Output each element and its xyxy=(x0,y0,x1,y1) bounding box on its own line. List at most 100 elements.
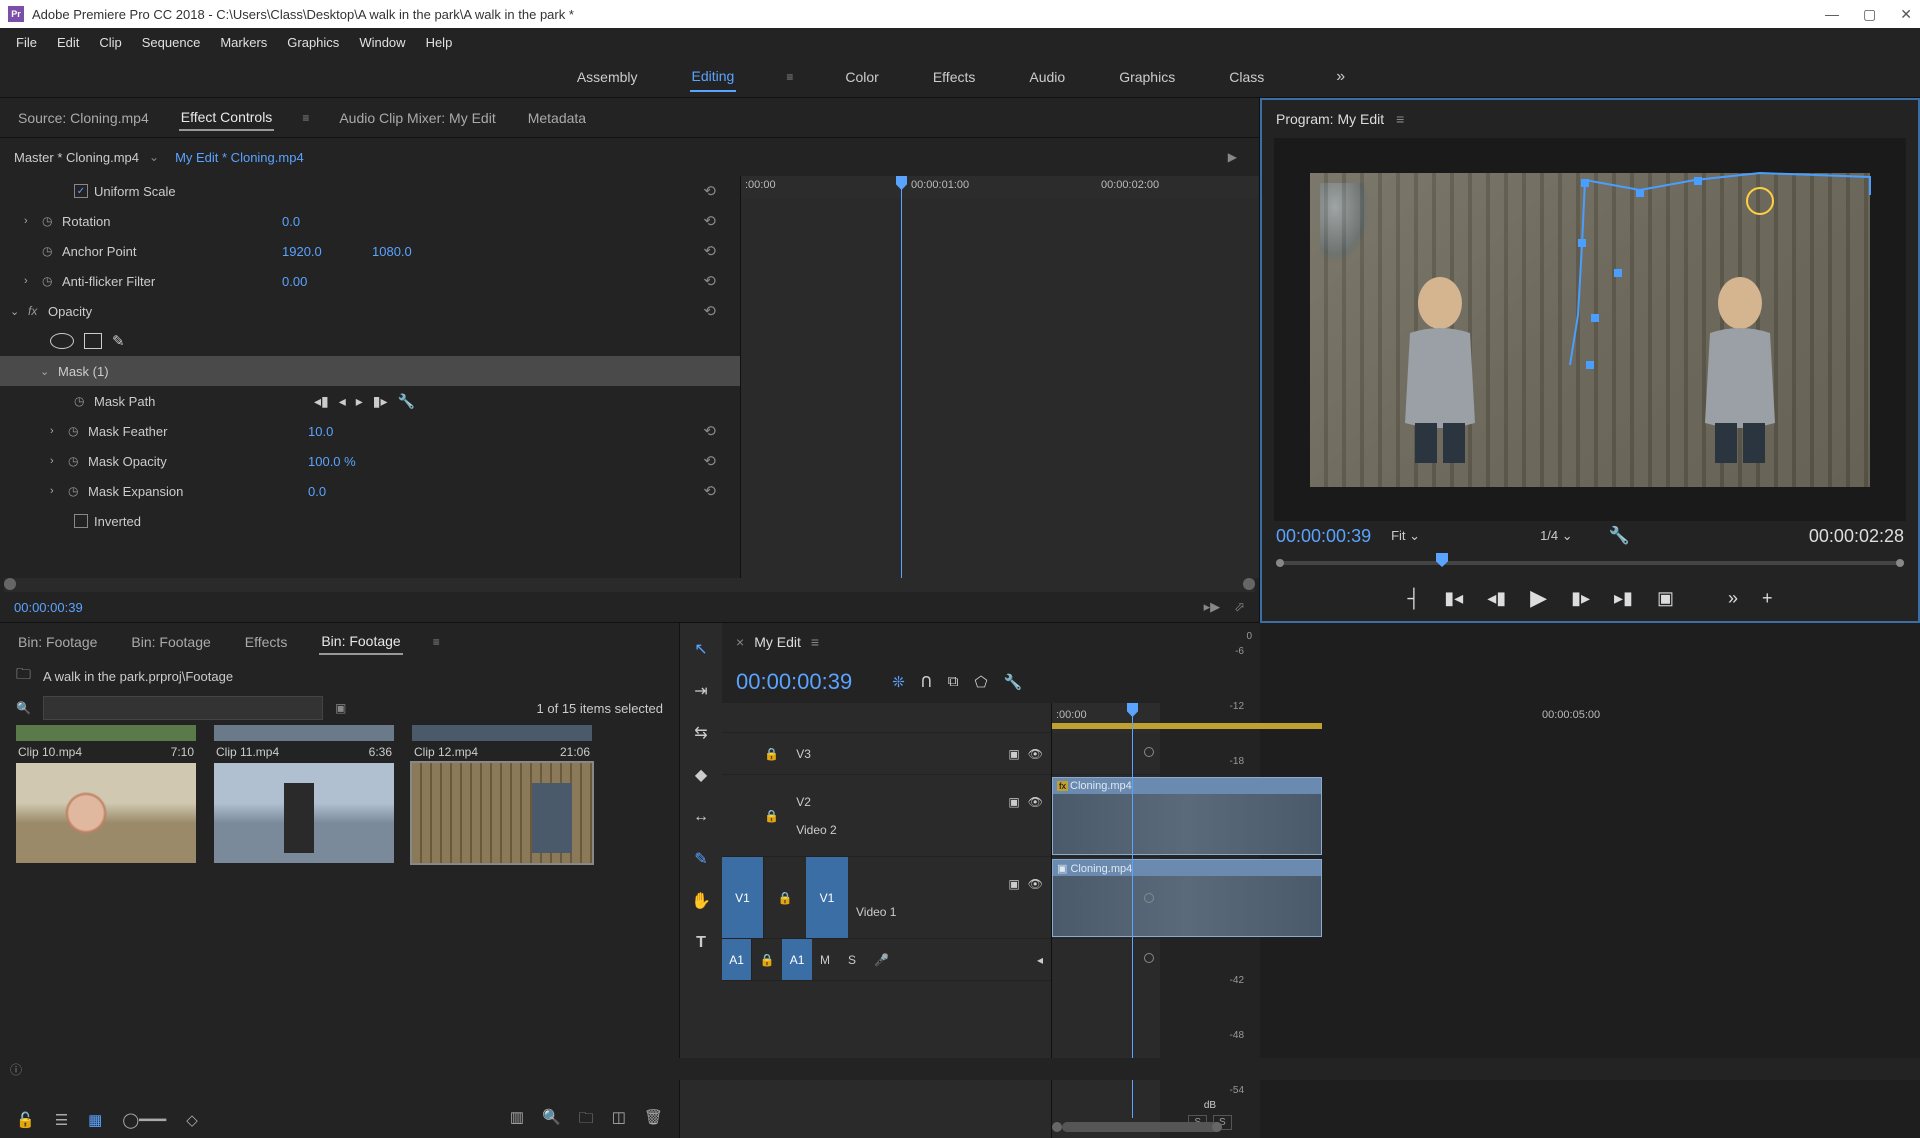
lock-icon[interactable]: 🔒 xyxy=(778,891,793,905)
razor-tool-icon[interactable]: ◆ xyxy=(687,761,715,789)
stopwatch-icon[interactable]: ◷ xyxy=(68,454,88,468)
sequence-clip-label[interactable]: My Edit * Cloning.mp4 xyxy=(175,150,304,165)
eye-icon[interactable]: 👁 xyxy=(1028,747,1043,761)
bin-item[interactable]: Clip 12.mp421:06 xyxy=(412,725,592,863)
workspace-overflow[interactable]: » xyxy=(1336,68,1345,86)
stopwatch-icon[interactable]: ◷ xyxy=(74,394,94,408)
slip-tool-icon[interactable]: ↔ xyxy=(687,803,715,831)
type-tool-icon[interactable]: T xyxy=(687,929,715,957)
track-forward-icon[interactable]: ▸ xyxy=(356,393,363,410)
track-label[interactable]: V3 xyxy=(796,747,811,761)
twirl-icon[interactable]: ⌄ xyxy=(40,365,58,378)
ellipse-mask-icon[interactable] xyxy=(50,333,74,349)
timeline-timecode[interactable]: 00:00:00:39 xyxy=(736,669,852,695)
list-view-icon[interactable]: ☰ xyxy=(55,1111,68,1129)
wrench-icon[interactable]: 🔧 xyxy=(398,393,415,410)
sync-lock-icon[interactable]: ▣ xyxy=(1008,747,1019,761)
stopwatch-icon[interactable]: ◷ xyxy=(42,214,62,228)
twirl-icon[interactable]: › xyxy=(50,425,68,437)
collapse-icon[interactable]: ◂ xyxy=(1037,953,1043,967)
uniform-scale-checkbox[interactable]: ✓ xyxy=(74,184,88,198)
workspace-class[interactable]: Class xyxy=(1227,63,1266,91)
workspace-effects[interactable]: Effects xyxy=(931,63,978,91)
tab-source[interactable]: Source: Cloning.mp4 xyxy=(16,106,151,130)
track-select-tool-icon[interactable]: ⇥ xyxy=(687,677,715,705)
magnet-icon[interactable]: ᑎ xyxy=(921,673,932,691)
solo-toggle[interactable]: S xyxy=(848,953,856,967)
workspace-assembly[interactable]: Assembly xyxy=(575,63,640,91)
pen-tool-icon[interactable]: ✎ xyxy=(687,845,715,873)
menu-help[interactable]: Help xyxy=(418,33,461,52)
marker-icon[interactable]: ⬠ xyxy=(975,673,988,691)
new-bin-icon[interactable]: ▣ xyxy=(335,701,346,715)
tab-bin-footage-3[interactable]: Bin: Footage xyxy=(319,629,402,655)
new-bin-icon[interactable]: 🗀 xyxy=(579,1108,594,1133)
sequence-name[interactable]: My Edit xyxy=(754,634,801,650)
rotation-value[interactable]: 0.0 xyxy=(282,214,372,229)
trash-icon[interactable]: 🗑 xyxy=(644,1108,663,1133)
effect-timeline[interactable]: :00:00 00:00:01:00 00:00:02:00 xyxy=(740,176,1259,578)
anchor-x-value[interactable]: 1920.0 xyxy=(282,244,372,259)
effect-controls-timecode[interactable]: 00:00:00:39 xyxy=(14,600,83,615)
menu-graphics[interactable]: Graphics xyxy=(279,33,347,52)
menu-sequence[interactable]: Sequence xyxy=(134,33,209,52)
zoom-slider[interactable]: ◯━━━ xyxy=(122,1111,166,1129)
reset-icon[interactable]: ⟲ xyxy=(703,482,716,500)
play-icon[interactable]: ▶ xyxy=(1530,585,1547,611)
workspace-audio[interactable]: Audio xyxy=(1027,63,1067,91)
stopwatch-icon[interactable]: ◷ xyxy=(68,484,88,498)
lock-icon[interactable]: 🔒 xyxy=(764,747,779,761)
chevron-down-icon[interactable]: ⌄ xyxy=(149,150,159,164)
lock-icon[interactable]: 🔒 xyxy=(760,953,775,967)
track-back-icon[interactable]: ◂ xyxy=(339,393,346,410)
reset-icon[interactable]: ⟲ xyxy=(703,422,716,440)
tab-effects[interactable]: Effects xyxy=(243,630,290,654)
panel-menu-icon[interactable]: ≡ xyxy=(811,634,819,650)
minimize-button[interactable]: — xyxy=(1825,6,1839,23)
eye-icon[interactable]: 👁 xyxy=(1028,795,1043,809)
menu-window[interactable]: Window xyxy=(351,33,413,52)
fx-icon[interactable]: fx xyxy=(28,304,48,318)
mask-feather-value[interactable]: 10.0 xyxy=(308,424,398,439)
track-target-v1[interactable]: V1 xyxy=(806,857,848,938)
source-patch-v1[interactable]: V1 xyxy=(722,857,764,938)
mask-expansion-value[interactable]: 0.0 xyxy=(308,484,398,499)
tab-bin-footage-2[interactable]: Bin: Footage xyxy=(129,630,212,654)
close-tab-icon[interactable]: × xyxy=(736,634,744,650)
hand-tool-icon[interactable]: ✋ xyxy=(687,887,715,915)
auto-sequence-icon[interactable]: ▥ xyxy=(510,1108,524,1133)
wrench-icon[interactable]: 🔧 xyxy=(1004,673,1023,691)
find-icon[interactable]: 🔍 xyxy=(542,1108,561,1133)
reset-icon[interactable]: ⟲ xyxy=(703,242,716,260)
close-button[interactable]: ✕ xyxy=(1900,6,1912,23)
workspace-color[interactable]: Color xyxy=(843,63,880,91)
clip-v2[interactable]: fxCloning.mp4 xyxy=(1052,777,1322,855)
overflow-icon[interactable]: » xyxy=(1728,588,1738,609)
tab-bin-footage-1[interactable]: Bin: Footage xyxy=(16,630,99,654)
program-video-viewport[interactable] xyxy=(1274,138,1906,521)
bin-item[interactable]: Clip 11.mp46:36 xyxy=(214,725,394,863)
reset-icon[interactable]: ⟲ xyxy=(703,452,716,470)
program-current-timecode[interactable]: 00:00:00:39 xyxy=(1276,526,1371,547)
clip-v1[interactable]: ▣ Cloning.mp4 xyxy=(1052,859,1322,937)
menu-edit[interactable]: Edit xyxy=(49,33,87,52)
new-item-icon[interactable]: ◫ xyxy=(612,1108,626,1133)
bin-icon[interactable]: 🗀 xyxy=(16,664,31,689)
timeline-ruler[interactable]: :00:00 00:00:05:00 xyxy=(1052,703,1160,733)
menu-markers[interactable]: Markers xyxy=(212,33,275,52)
inverted-checkbox[interactable] xyxy=(74,514,88,528)
stopwatch-icon[interactable]: ◷ xyxy=(68,424,88,438)
program-scrubber[interactable] xyxy=(1276,551,1904,575)
mic-icon[interactable]: 🎤 xyxy=(874,953,889,967)
go-to-in-icon[interactable]: ▮◂ xyxy=(1444,588,1463,609)
ripple-edit-tool-icon[interactable]: ⇆ xyxy=(687,719,715,747)
icon-view-icon[interactable]: ▦ xyxy=(88,1111,102,1129)
zoom-fit-dropdown[interactable]: Fit ⌄ xyxy=(1391,528,1420,544)
bin-path-label[interactable]: A walk in the park.prproj\Footage xyxy=(43,669,233,684)
workspace-editing[interactable]: Editing xyxy=(690,62,737,92)
bin-item[interactable]: Clip 10.mp47:10 xyxy=(16,725,196,863)
rectangle-mask-icon[interactable] xyxy=(84,333,102,349)
master-clip-label[interactable]: Master * Cloning.mp4 xyxy=(14,150,139,165)
tab-metadata[interactable]: Metadata xyxy=(526,106,588,130)
stopwatch-icon[interactable]: ◷ xyxy=(42,244,62,258)
